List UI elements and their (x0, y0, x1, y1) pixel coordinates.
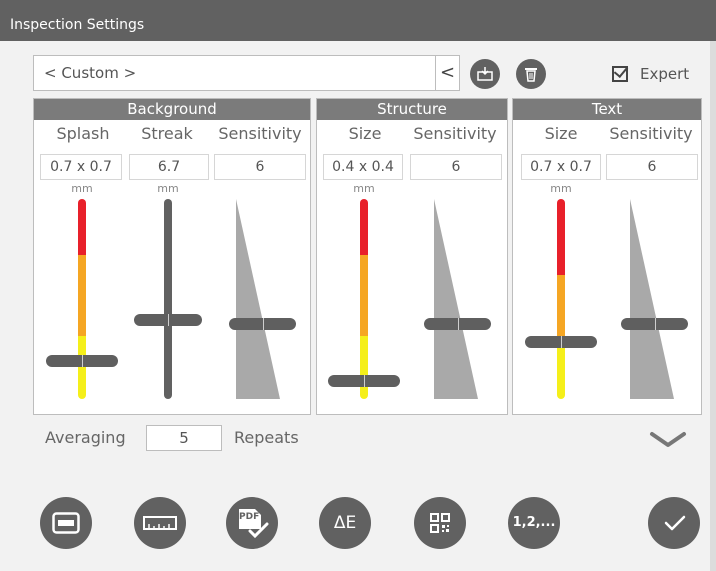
confirm-button[interactable] (648, 497, 700, 549)
sensitivity-label: Sensitivity (218, 124, 302, 143)
sensitivity-slider-handle[interactable] (229, 318, 296, 330)
pdf-check-button[interactable]: PDF (226, 497, 278, 549)
rectangle-region-icon (52, 512, 80, 534)
streak-slider-handle[interactable] (134, 314, 202, 326)
ruler-icon (143, 516, 177, 530)
text-size-label: Size (544, 124, 578, 143)
numbering-icon: 1,2,... (512, 515, 556, 530)
structure-panel-title: Structure (317, 99, 507, 120)
background-panel: Background Splash Streak Sensitivity 0.7… (33, 98, 311, 415)
text-size-value[interactable]: 0.7 x 0.7 (521, 154, 601, 180)
structure-size-slider-track[interactable] (360, 199, 368, 399)
background-panel-title: Background (34, 99, 310, 120)
text-sensitivity-value[interactable]: 6 (606, 154, 698, 180)
region-button[interactable] (40, 497, 92, 549)
splash-value[interactable]: 0.7 x 0.7 (40, 154, 122, 180)
pdf-label: PDF (239, 512, 260, 522)
structure-sensitivity-value[interactable]: 6 (410, 154, 502, 180)
title-bar: Inspection Settings (0, 0, 716, 41)
splash-unit: mm (71, 182, 93, 195)
splash-label: Splash (56, 124, 110, 143)
qr-code-icon (430, 513, 450, 533)
averaging-label: Averaging (45, 428, 126, 447)
structure-panel: Structure Size Sensitivity 0.4 x 0.4 6 m… (316, 98, 508, 415)
streak-value[interactable]: 6.7 (129, 154, 209, 180)
expert-checkbox[interactable] (612, 66, 628, 82)
inspection-settings-window: Inspection Settings < Custom > < Expert … (0, 0, 716, 571)
folder-load-icon (477, 67, 493, 81)
averaging-input[interactable]: 5 (146, 425, 222, 451)
sensitivity-value[interactable]: 6 (214, 154, 306, 180)
structure-sensitivity-wedge (434, 199, 478, 399)
splash-slider-track[interactable] (78, 199, 86, 399)
streak-unit: mm (157, 182, 179, 195)
streak-slider-track[interactable] (164, 199, 172, 399)
window-edge (710, 41, 716, 571)
text-panel-title: Text (513, 99, 701, 120)
structure-sensitivity-slider-handle[interactable] (424, 318, 491, 330)
delta-e-button[interactable]: ΔE (319, 497, 371, 549)
text-size-slider-track[interactable] (557, 199, 565, 399)
structure-size-value[interactable]: 0.4 x 0.4 (323, 154, 403, 180)
repeats-label: Repeats (234, 428, 299, 447)
delete-preset-button[interactable] (516, 59, 546, 89)
preset-value: < Custom > (44, 64, 137, 82)
numbering-button[interactable]: 1,2,... (508, 497, 560, 549)
splash-slider-handle[interactable] (46, 355, 118, 367)
ruler-button[interactable] (134, 497, 186, 549)
preset-arrow-button[interactable]: < (435, 56, 459, 90)
structure-size-label: Size (348, 124, 382, 143)
load-preset-button[interactable] (470, 59, 500, 89)
delta-e-icon: ΔE (333, 513, 357, 533)
expert-toggle[interactable]: Expert (612, 63, 689, 85)
text-sensitivity-wedge (630, 199, 674, 399)
text-sensitivity-label: Sensitivity (609, 124, 693, 143)
text-size-slider-handle[interactable] (525, 336, 597, 348)
text-panel: Text Size Sensitivity 0.7 x 0.7 6 mm (512, 98, 702, 415)
streak-label: Streak (141, 124, 193, 143)
trash-icon (525, 68, 537, 82)
structure-size-unit: mm (353, 182, 375, 195)
window-title: Inspection Settings (10, 17, 145, 33)
structure-size-slider-handle[interactable] (328, 375, 400, 387)
qr-code-button[interactable] (414, 497, 466, 549)
structure-sensitivity-label: Sensitivity (413, 124, 497, 143)
expert-label: Expert (640, 65, 690, 83)
sensitivity-wedge (236, 199, 280, 399)
checkmark-icon (664, 515, 686, 531)
chevron-down-icon[interactable] (648, 430, 688, 450)
preset-select[interactable]: < Custom > < (33, 55, 460, 91)
text-sensitivity-slider-handle[interactable] (621, 318, 688, 330)
text-size-unit: mm (550, 182, 572, 195)
